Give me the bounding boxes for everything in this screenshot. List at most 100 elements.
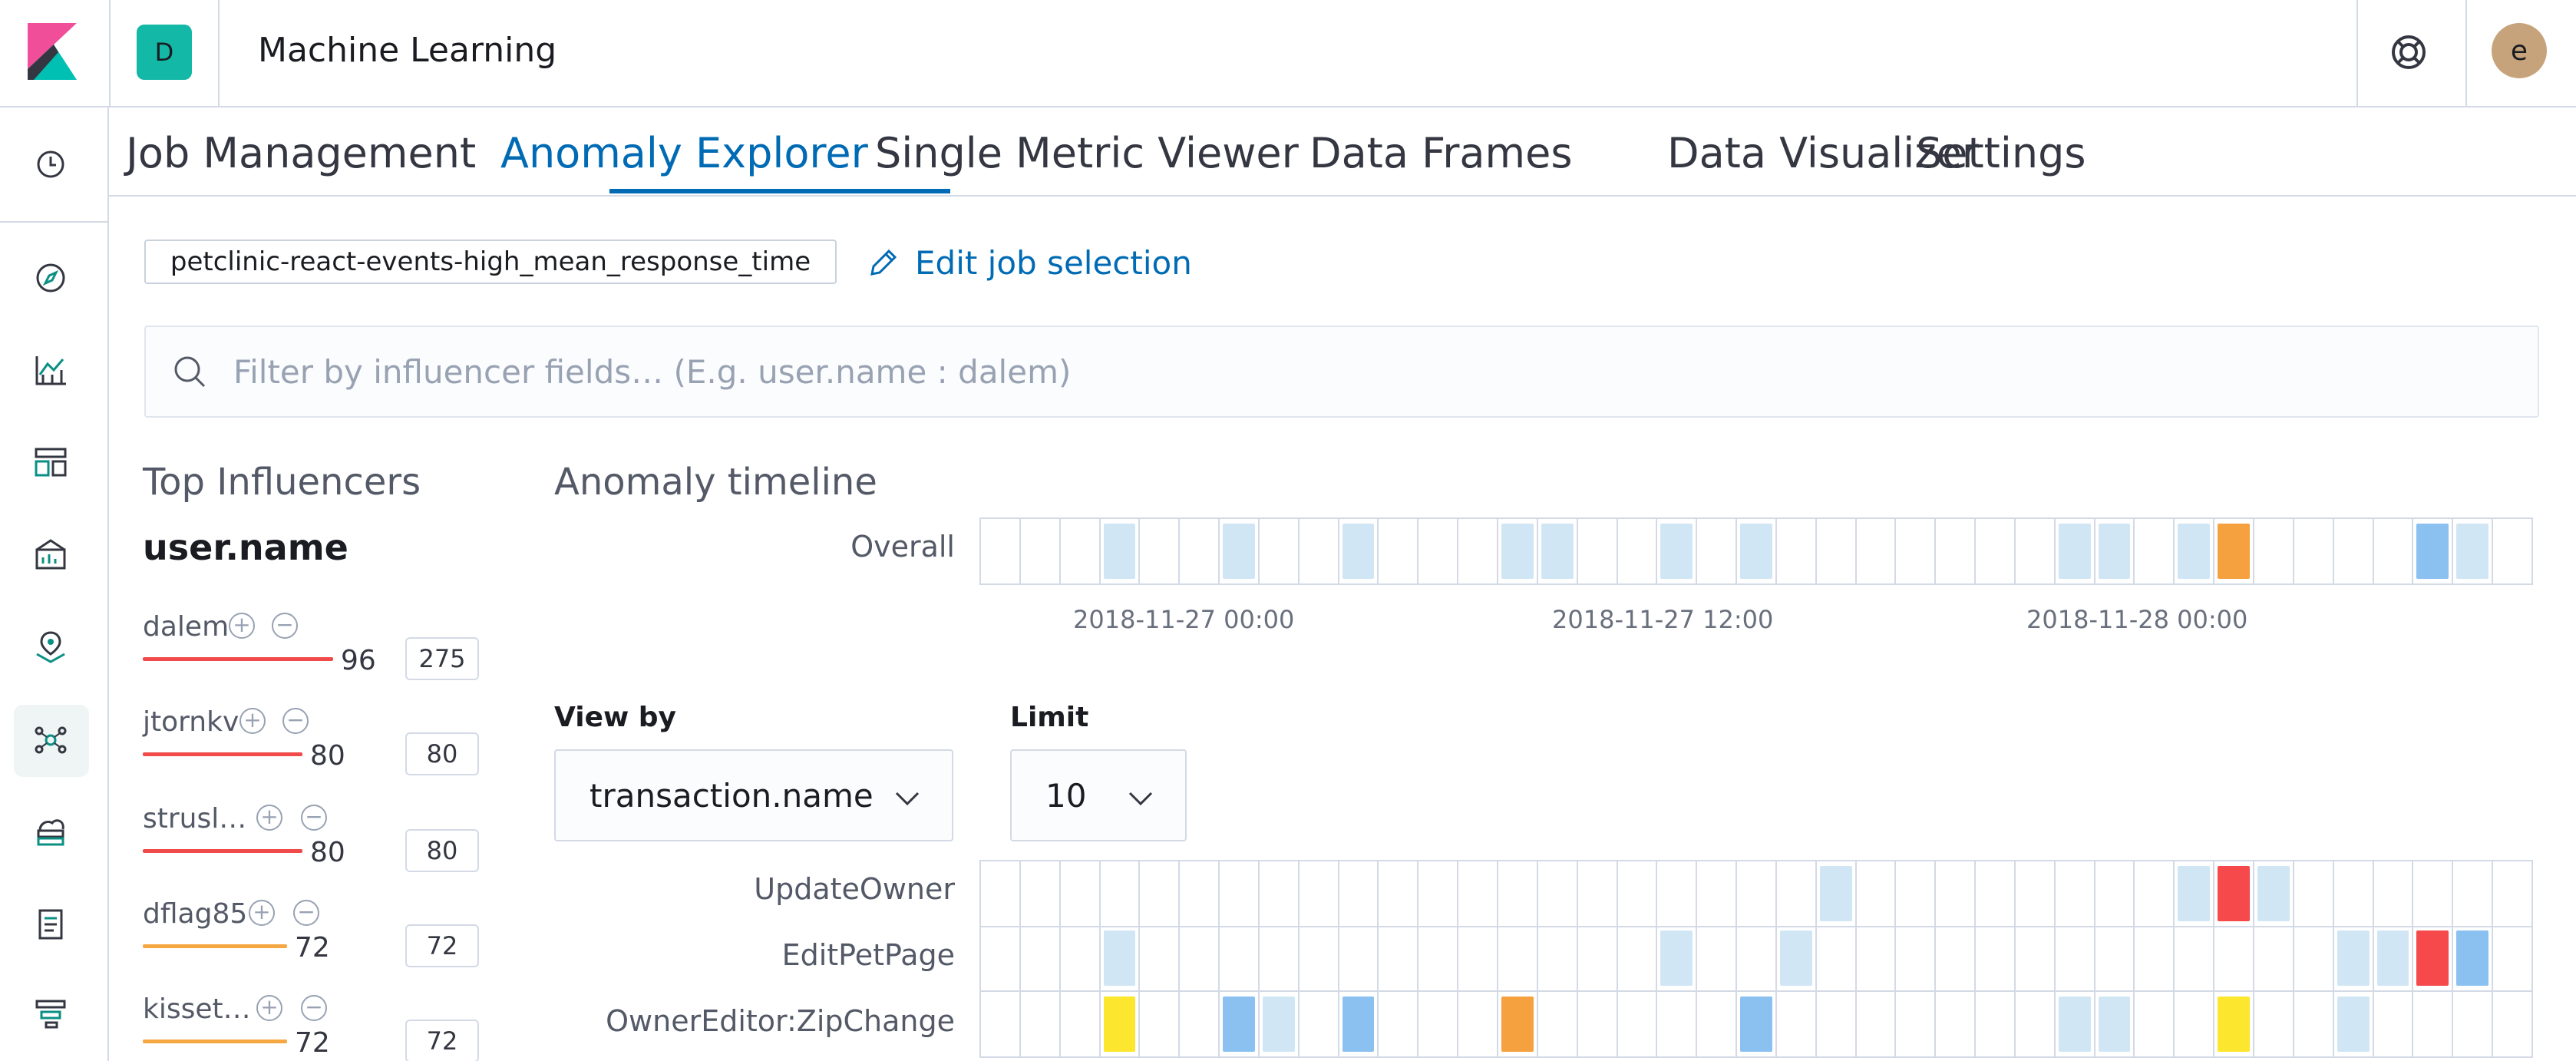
help-icon[interactable] <box>2386 29 2432 75</box>
swimlane-cell[interactable] <box>1657 992 1698 1058</box>
swimlane-cell[interactable] <box>1220 926 1260 992</box>
limit-select[interactable]: 10 <box>1010 749 1187 841</box>
job-id-badge[interactable]: petclinic-react-events-high_mean_respons… <box>144 240 837 284</box>
swimlane-cell[interactable] <box>2294 992 2334 1058</box>
swimlane-cell[interactable] <box>1976 926 2016 992</box>
swimlane-cell[interactable] <box>1458 926 1498 992</box>
swimlane-cell[interactable] <box>1936 992 1977 1058</box>
tab-single-metric-viewer[interactable]: Single Metric Viewer <box>875 129 1299 177</box>
swimlane-cell[interactable] <box>1180 861 1220 927</box>
swimlane-cell[interactable] <box>2493 861 2533 927</box>
swimlane-cell[interactable] <box>1498 861 1538 927</box>
swimlane-cell[interactable] <box>1976 992 2016 1058</box>
swimlane-cell[interactable] <box>1299 926 1339 992</box>
swimlane-cell[interactable] <box>2055 992 2095 1058</box>
swimlane-cell[interactable] <box>2453 926 2494 992</box>
influencer-filter-input[interactable] <box>233 352 2459 391</box>
swimlane-cell[interactable] <box>2175 861 2215 927</box>
swimlane-cell[interactable] <box>1896 861 1937 927</box>
swimlane-cell[interactable] <box>2055 519 2095 585</box>
swimlane-cell[interactable] <box>2175 519 2215 585</box>
swimlane-cell[interactable] <box>1697 926 1738 992</box>
swimlane-cell[interactable] <box>1737 926 1777 992</box>
swimlane-cell[interactable] <box>1697 861 1738 927</box>
swimlane-cell[interactable] <box>2493 992 2533 1058</box>
swimlane-cell[interactable] <box>1020 519 1061 585</box>
swimlane-cell[interactable] <box>1776 926 1817 992</box>
swimlane-cell[interactable] <box>1537 926 1578 992</box>
swimlane-cell[interactable] <box>2453 519 2494 585</box>
swimlane-cell[interactable] <box>1737 861 1777 927</box>
swimlane-cell[interactable] <box>1577 926 1618 992</box>
swimlane-cell[interactable] <box>1060 926 1101 992</box>
swimlane-cell[interactable] <box>2135 519 2175 585</box>
swimlane-cell[interactable] <box>2413 519 2454 585</box>
remove-filter-minus-icon[interactable]: − <box>272 613 298 639</box>
swimlane-cell[interactable] <box>2413 861 2454 927</box>
swimlane-cell[interactable] <box>2095 926 2135 992</box>
swimlane-cell[interactable] <box>1856 861 1897 927</box>
swimlane-cell[interactable] <box>1379 992 1419 1058</box>
swimlane-cell[interactable] <box>2214 992 2254 1058</box>
swimlane-cell[interactable] <box>1458 519 1498 585</box>
influencer-name[interactable]: jtornkv <box>143 706 239 738</box>
swimlane-cell[interactable] <box>1299 519 1339 585</box>
swimlane-cell[interactable] <box>1936 861 1977 927</box>
swimlane-cell[interactable] <box>1816 861 1857 927</box>
influencer-name[interactable]: strusl… <box>143 803 246 835</box>
swimlane-cell[interactable] <box>1259 926 1300 992</box>
swimlane-row[interactable] <box>979 860 2533 927</box>
swimlane-cell[interactable] <box>1617 861 1658 927</box>
swimlane-cell[interactable] <box>2055 861 2095 927</box>
swimlane-cell[interactable] <box>981 992 1021 1058</box>
swimlane-cell[interactable] <box>1339 926 1379 992</box>
logs-icon[interactable] <box>26 900 75 949</box>
swimlane-cell[interactable] <box>1140 926 1181 992</box>
swimlane-cell[interactable] <box>1100 992 1141 1058</box>
swimlane-cell[interactable] <box>1339 861 1379 927</box>
swimlane-cell[interactable] <box>2254 926 2294 992</box>
swimlane-cell[interactable] <box>2254 861 2294 927</box>
swimlane-cell[interactable] <box>1936 519 1977 585</box>
swimlane-cell[interactable] <box>1976 519 2016 585</box>
dashboard-icon[interactable] <box>26 438 75 487</box>
swimlane-cell[interactable] <box>1379 861 1419 927</box>
swimlane-cell[interactable] <box>2175 992 2215 1058</box>
swimlane-cell[interactable] <box>1657 861 1698 927</box>
swimlane-cell[interactable] <box>2135 861 2175 927</box>
space-avatar[interactable]: D <box>137 25 192 80</box>
swimlane-cell[interactable] <box>2294 926 2334 992</box>
swimlane-cell[interactable] <box>981 519 1021 585</box>
swimlane-cell[interactable] <box>2214 519 2254 585</box>
swimlane-cell[interactable] <box>1936 926 1977 992</box>
swimlane-cell[interactable] <box>1697 519 1738 585</box>
swimlane-cell[interactable] <box>1020 926 1061 992</box>
swimlane-cell[interactable] <box>1299 992 1339 1058</box>
swimlane-cell[interactable] <box>2135 926 2175 992</box>
swimlane-cell[interactable] <box>2135 992 2175 1058</box>
swimlane-cell[interactable] <box>1180 519 1220 585</box>
swimlane-cell[interactable] <box>1537 992 1578 1058</box>
swimlane-cell[interactable] <box>2333 992 2374 1058</box>
swimlane-cell[interactable] <box>2333 861 2374 927</box>
swimlane-cell[interactable] <box>1776 992 1817 1058</box>
swimlane-cell[interactable] <box>1577 992 1618 1058</box>
swimlane-cell[interactable] <box>2254 992 2294 1058</box>
swimlane-cell[interactable] <box>1458 861 1498 927</box>
swimlane-cell[interactable] <box>1816 992 1857 1058</box>
add-filter-plus-icon[interactable]: + <box>256 805 282 831</box>
infrastructure-icon[interactable] <box>26 808 75 857</box>
swimlane-cell[interactable] <box>1896 992 1937 1058</box>
swimlane-cell[interactable] <box>1577 519 1618 585</box>
swimlane-cell[interactable] <box>2294 519 2334 585</box>
swimlane-cell[interactable] <box>2015 926 2056 992</box>
swimlane-cell[interactable] <box>981 861 1021 927</box>
tab-settings[interactable]: Settings <box>1916 129 2086 177</box>
influencer-filter-bar[interactable] <box>144 326 2539 418</box>
add-filter-plus-icon[interactable]: + <box>249 900 275 926</box>
swimlane-cell[interactable] <box>2373 926 2414 992</box>
swimlane-cell[interactable] <box>1737 992 1777 1058</box>
kibana-logo-icon[interactable] <box>28 23 77 80</box>
add-filter-plus-icon[interactable]: + <box>239 708 266 734</box>
swimlane-cell[interactable] <box>2333 519 2374 585</box>
